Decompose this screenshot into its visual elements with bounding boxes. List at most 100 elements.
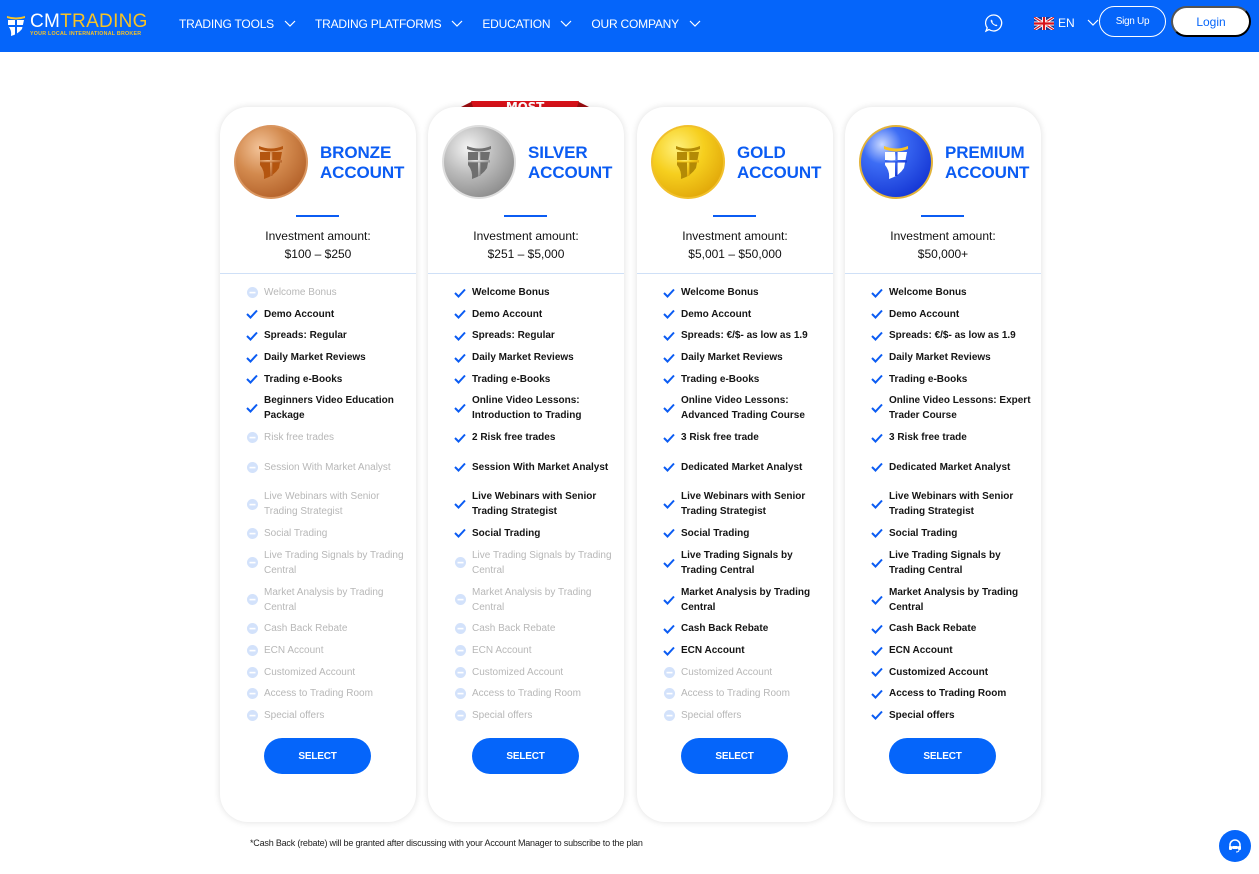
check-icon <box>663 374 675 385</box>
language-selector[interactable]: EN <box>1034 16 1099 30</box>
included-marker <box>454 288 466 298</box>
nav-our-company[interactable]: OUR COMPANY <box>591 17 701 31</box>
minus-circle-icon <box>454 594 466 606</box>
feature-text: Welcome Bonus <box>472 287 550 299</box>
sign-up-button[interactable]: Sign Up <box>1099 6 1166 37</box>
excluded-marker <box>246 623 258 635</box>
select-bronze-button[interactable]: SELECT <box>264 738 371 774</box>
nav-trading-platforms[interactable]: TRADING PLATFORMS <box>315 17 463 31</box>
feature-item: Demo Account <box>871 304 1036 326</box>
cmtrading-logo[interactable]: CMTRADING YOUR LOCAL INTERNATIONAL BROKE… <box>5 10 148 40</box>
select-premium-button[interactable]: SELECT <box>889 738 996 774</box>
minus-circle-icon <box>246 498 258 510</box>
excluded-marker <box>454 594 466 606</box>
minus-circle-icon <box>663 688 675 700</box>
feature-list: Welcome Bonus Demo Account Spreads: Regu… <box>246 282 411 726</box>
check-icon <box>454 310 466 320</box>
investment-amount: $50,000+ <box>917 247 969 261</box>
feature-text: Special offers <box>681 709 742 721</box>
feature-text: Dedicated Market Analyst <box>889 461 1011 473</box>
feature-text: Access to Trading Room <box>472 688 581 700</box>
nav-education[interactable]: EDUCATION <box>482 17 572 31</box>
included-marker <box>871 558 883 568</box>
included-marker <box>454 309 466 320</box>
plan-header: BRONZE ACCOUNT Investment amount: $100 –… <box>220 107 416 275</box>
feature-text: Market Analysis by Trading Central <box>264 586 384 613</box>
feature-text: Access to Trading Room <box>681 688 790 700</box>
select-gold-button[interactable]: SELECT <box>681 738 788 774</box>
feature-item: Access to Trading Room <box>663 683 828 705</box>
minus-circle-icon <box>454 688 466 700</box>
feature-text: Customized Account <box>472 666 564 678</box>
feature-item: Customized Account <box>246 661 411 683</box>
silver-coin-icon <box>441 124 517 200</box>
included-marker <box>454 433 466 443</box>
included-marker <box>663 403 675 414</box>
feature-item: Trading e-Books <box>871 368 1036 390</box>
feature-item: Market Analysis by Trading Central <box>871 581 1036 618</box>
check-icon <box>454 462 466 473</box>
feature-text: Risk free trades <box>264 432 335 444</box>
excluded-marker <box>663 688 675 700</box>
nav-trading-tools[interactable]: TRADING TOOLS <box>179 17 296 31</box>
check-icon <box>871 331 883 341</box>
check-icon <box>663 331 675 341</box>
feature-item: Live Trading Signals by Trading Central <box>454 544 619 581</box>
feature-item: Access to Trading Room <box>871 683 1036 705</box>
plan-title: GOLD ACCOUNT <box>737 143 821 183</box>
whatsapp-icon[interactable] <box>984 13 1004 33</box>
excluded-marker <box>454 688 466 700</box>
feature-item: Spreads: €/$- as low as 1.9 <box>663 325 828 347</box>
included-marker <box>663 558 675 568</box>
feature-item: Online Video Lessons: Introduction to Tr… <box>454 390 619 427</box>
nav-label: TRADING TOOLS <box>179 16 274 31</box>
feature-text: Cash Back Rebate <box>889 623 977 635</box>
included-marker <box>871 646 883 656</box>
included-marker <box>246 374 258 385</box>
check-icon <box>663 404 675 414</box>
feature-item: Cash Back Rebate <box>663 618 828 640</box>
feature-item: Trading e-Books <box>663 368 828 390</box>
feature-text: Live Webinars with Senior Trading Strate… <box>681 491 806 518</box>
minus-circle-icon <box>454 645 466 657</box>
investment-amount: $5,001 – $50,000 <box>688 247 782 261</box>
logo-name-cm: CM <box>30 11 61 33</box>
feature-text: ECN Account <box>264 645 324 657</box>
plan-header: GOLD ACCOUNT Investment amount: $5,001 –… <box>637 107 833 275</box>
included-marker <box>454 331 466 341</box>
feature-text: Spreads: €/$- as low as 1.9 <box>681 330 808 342</box>
feature-list: Welcome Bonus Demo Account Spreads: €/$-… <box>871 282 1036 726</box>
check-icon <box>663 310 675 320</box>
excluded-marker <box>246 594 258 606</box>
login-button[interactable]: Login <box>1171 6 1251 37</box>
feature-text: Live Trading Signals by Trading Central <box>889 549 1001 576</box>
included-marker <box>246 331 258 341</box>
feature-item: Market Analysis by Trading Central <box>663 581 828 618</box>
feature-text: Beginners Video Education Package <box>264 395 394 422</box>
header-separator <box>428 273 624 274</box>
feature-text: Special offers <box>472 709 533 721</box>
feature-text: Online Video Lessons: Advanced Trading C… <box>681 395 805 422</box>
included-marker <box>871 309 883 320</box>
feature-text: Daily Market Reviews <box>472 352 574 364</box>
minus-circle-icon <box>454 623 466 635</box>
select-silver-button[interactable]: SELECT <box>472 738 579 774</box>
feature-list: Welcome Bonus Demo Account Spreads: Regu… <box>454 282 619 726</box>
included-marker <box>454 462 466 473</box>
live-chat-button[interactable] <box>1219 830 1251 862</box>
feature-item: Welcome Bonus <box>871 282 1036 304</box>
feature-item: Social Trading <box>454 523 619 545</box>
check-icon <box>454 433 466 443</box>
nav-label: EDUCATION <box>482 16 551 31</box>
minus-circle-icon <box>663 666 675 678</box>
feature-item: Dedicated Market Analyst <box>663 449 828 486</box>
included-marker <box>663 528 675 539</box>
excluded-marker <box>454 645 466 657</box>
title-divider <box>713 215 756 217</box>
included-marker <box>663 309 675 320</box>
feature-item: Cash Back Rebate <box>246 618 411 640</box>
check-icon <box>663 529 675 539</box>
feature-item: ECN Account <box>246 640 411 662</box>
feature-item: Beginners Video Education Package <box>246 390 411 427</box>
premium-coin-icon <box>858 124 934 200</box>
